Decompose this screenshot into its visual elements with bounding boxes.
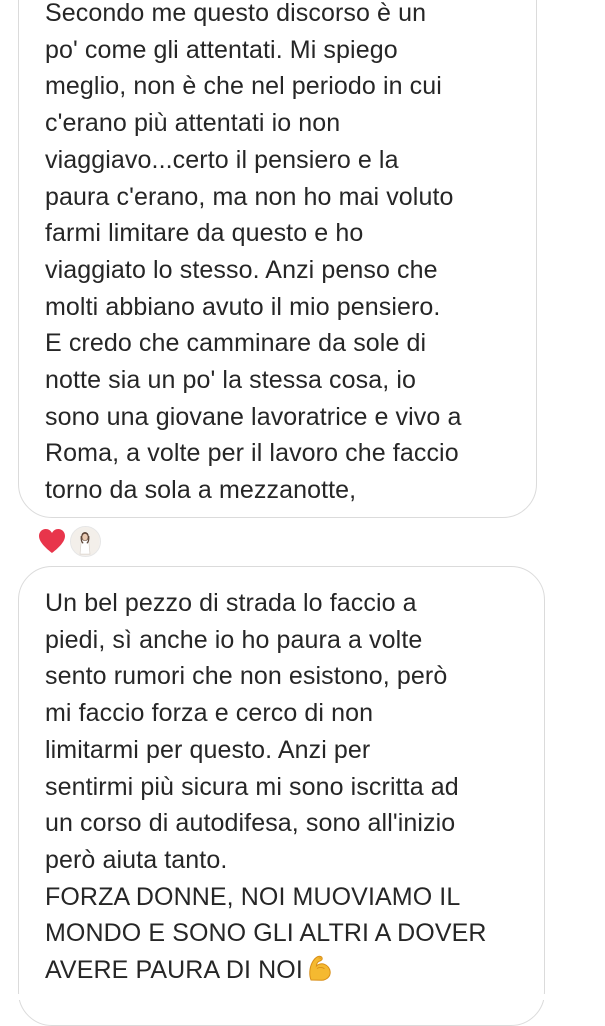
- reactor-avatar[interactable]: [70, 525, 101, 557]
- message-line: sentirmi più sicura mi sono iscritta ad: [45, 772, 459, 801]
- message-line: MONDO E SONO GLI ALTRI A DOVER: [45, 919, 487, 948]
- message-line-last: AVERE PAURA DI NOI: [45, 952, 487, 989]
- message-line: paura c'erano, ma non ho mai voluto: [45, 182, 454, 211]
- message-bubble-1[interactable]: Secondo me questo discorso è un po' come…: [18, 0, 537, 518]
- message-line: sento rumori che non esistono, però: [45, 662, 448, 691]
- message-line: meglio, non è che nel periodo in cui: [45, 72, 442, 101]
- message-line: sono una giovane lavoratrice e vivo a: [45, 402, 462, 431]
- message-line: farmi limitare da questo e ho: [45, 219, 364, 248]
- message-line: mi faccio forza e cerco di non: [45, 699, 374, 728]
- message-line: piedi, sì anche io ho paura a volte: [45, 625, 423, 654]
- flexed-biceps-icon: [309, 955, 331, 981]
- message-text-2: Un bel pezzo di strada lo faccio a piedi…: [45, 585, 487, 989]
- message-text-1: Secondo me questo discorso è un po' come…: [45, 0, 461, 509]
- heart-icon[interactable]: [36, 525, 68, 557]
- message-line: viaggiavo...certo il pensiero e la: [45, 145, 399, 174]
- message-line: Un bel pezzo di strada lo faccio a: [45, 589, 417, 617]
- message-line: viaggiato lo stesso. Anzi penso che: [45, 255, 438, 284]
- screen-bottom-edge: [0, 994, 605, 1000]
- message-bubble-2[interactable]: Un bel pezzo di strada lo faccio a piedi…: [18, 566, 545, 1026]
- message-line: E credo che camminare da sole di: [45, 329, 427, 358]
- message-line: limitarmi per questo. Anzi per: [45, 735, 371, 764]
- message-line: molti abbiano avuto il mio pensiero.: [45, 292, 441, 321]
- message-line: un corso di autodifesa, sono all'inizio: [45, 809, 456, 838]
- message-line: AVERE PAURA DI NOI: [45, 956, 303, 985]
- message-line: FORZA DONNE, NOI MUOVIAMO IL: [45, 882, 461, 911]
- message-line: c'erano più attentati io non: [45, 109, 341, 138]
- message-line: però aiuta tanto.: [45, 845, 228, 874]
- message-line: Roma, a volte per il lavoro che faccio: [45, 439, 459, 468]
- message-reactions[interactable]: [36, 524, 101, 558]
- message-line: po' come gli attentati. Mi spiego: [45, 35, 398, 64]
- message-line: Secondo me questo discorso è un: [45, 0, 427, 27]
- message-line: torno da sola a mezzanotte,: [45, 476, 357, 505]
- message-line: notte sia un po' la stessa cosa, io: [45, 366, 416, 395]
